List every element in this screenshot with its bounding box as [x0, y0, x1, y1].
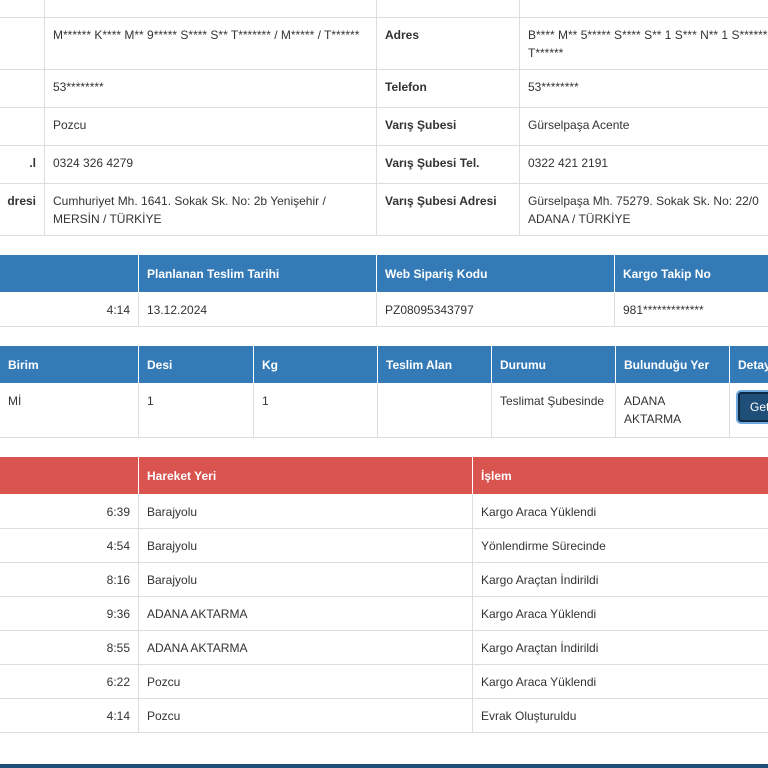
departure-branch-phone: 0324 326 4279 [44, 145, 377, 184]
info-row [0, 0, 768, 18]
recipient [377, 383, 492, 438]
movement-time: 4:54 [0, 528, 139, 563]
info-label [0, 17, 45, 70]
movement-action: Yönlendirme Sürecinde [472, 528, 768, 563]
unit: Mİ [0, 383, 139, 438]
shipment-status-table: Birim Desi Kg Teslim Alan Durumu Bulundu… [0, 345, 768, 438]
info-label [0, 0, 45, 18]
column-header: Kargo Takip No [614, 254, 768, 293]
planned-delivery-date: 13.12.2024 [138, 292, 377, 327]
info-value [44, 0, 377, 18]
column-header: Web Sipariş Kodu [376, 254, 615, 293]
sender-receiver-info-table: M****** K**** M** 9***** S**** S** T****… [0, 0, 768, 236]
column-header [0, 456, 139, 495]
kg-value: 1 [253, 383, 378, 438]
table-row: 6:39 Barajyolu Kargo Araca Yüklendi [0, 494, 768, 529]
info-row: 53******** Telefon 53******** [0, 69, 768, 108]
table-header-row: Birim Desi Kg Teslim Alan Durumu Bulundu… [0, 345, 768, 384]
table-header-row: Planlanan Teslim Tarihi Web Sipariş Kodu… [0, 254, 768, 293]
arrival-branch-phone-label: Varış Şubesi Tel. [376, 145, 520, 184]
movement-time: 4:14 [0, 698, 139, 733]
desi-value: 1 [138, 383, 254, 438]
table-row: 4:14 13.12.2024 PZ08095343797 981*******… [0, 292, 768, 327]
column-header: Durumu [491, 345, 616, 384]
order-info-table: Planlanan Teslim Tarihi Web Sipariş Kodu… [0, 254, 768, 327]
departure-branch-address: Cumhuriyet Mh. 1641. Sokak Sk. No: 2b Ye… [44, 183, 377, 236]
tracking-number: 981************* [614, 292, 768, 327]
receiver-address-label: Adres [376, 17, 520, 70]
column-header: Bulunduğu Yer [615, 345, 730, 384]
movement-time: 6:22 [0, 664, 139, 699]
get-details-button[interactable]: Getir [738, 392, 768, 422]
movement-action: Kargo Araca Yüklendi [472, 596, 768, 631]
movement-place: Pozcu [138, 664, 473, 699]
table-row: 4:54 Barajyolu Yönlendirme Sürecinde [0, 528, 768, 563]
info-label: l. [0, 145, 45, 184]
detail-cell: Getir [729, 383, 768, 438]
movement-time: 8:16 [0, 562, 139, 597]
delivery-status: Teslimat Şubesinde [491, 383, 616, 438]
movement-action: Kargo Araca Yüklendi [472, 664, 768, 699]
info-value [519, 0, 768, 18]
column-header: Detay [729, 345, 768, 384]
footer-bar [0, 764, 768, 768]
movement-time: 8:55 [0, 630, 139, 665]
movement-place: Barajyolu [138, 528, 473, 563]
receiver-address: B**** M** 5***** S**** S** 1 S*** N** 1 … [519, 17, 768, 70]
web-order-code: PZ08095343797 [376, 292, 615, 327]
movement-action: Kargo Araca Yüklendi [472, 494, 768, 529]
arrival-branch: Gürselpaşa Acente [519, 107, 768, 146]
info-row: l. 0324 326 4279 Varış Şubesi Tel. 0322 … [0, 145, 768, 184]
movement-action: Kargo Araçtan İndirildi [472, 630, 768, 665]
table-header-row: Hareket Yeri İşlem [0, 456, 768, 495]
table-row: 8:16 Barajyolu Kargo Araçtan İndirildi [0, 562, 768, 597]
info-label: dresi [0, 183, 45, 236]
receiver-phone-label: Telefon [376, 69, 520, 108]
info-row: dresi Cumhuriyet Mh. 1641. Sokak Sk. No:… [0, 183, 768, 236]
movement-place: Pozcu [138, 698, 473, 733]
info-label [0, 107, 45, 146]
info-label [0, 69, 45, 108]
arrival-branch-address-label: Varış Şubesi Adresi [376, 183, 520, 236]
table-row: 6:22 Pozcu Kargo Araca Yüklendi [0, 664, 768, 699]
column-header: İşlem [472, 456, 768, 495]
movement-place: Barajyolu [138, 494, 473, 529]
sender-address: M****** K**** M** 9***** S**** S** T****… [44, 17, 377, 70]
table-row: 8:55 ADANA AKTARMA Kargo Araçtan İndiril… [0, 630, 768, 665]
movement-place: Barajyolu [138, 562, 473, 597]
receiver-phone: 53******** [519, 69, 768, 108]
table-row: Mİ 1 1 Teslimat Şubesinde ADANA AKTARMA … [0, 383, 768, 438]
movement-time: 6:39 [0, 494, 139, 529]
info-label [376, 0, 520, 18]
table-row: 4:14 Pozcu Evrak Oluşturuldu [0, 698, 768, 733]
sender-phone: 53******** [44, 69, 377, 108]
movement-time: 9:36 [0, 596, 139, 631]
column-header: Desi [138, 345, 254, 384]
movement-history-table: Hareket Yeri İşlem 6:39 Barajyolu Kargo … [0, 456, 768, 733]
column-header: Birim [0, 345, 139, 384]
movement-action: Evrak Oluşturuldu [472, 698, 768, 733]
arrival-branch-address: Gürselpaşa Mh. 75279. Sokak Sk. No: 22/0… [519, 183, 768, 236]
column-header: Planlanan Teslim Tarihi [138, 254, 377, 293]
departure-branch: Pozcu [44, 107, 377, 146]
order-time: 4:14 [0, 292, 139, 327]
column-header: Hareket Yeri [138, 456, 473, 495]
info-row: Pozcu Varış Şubesi Gürselpaşa Acente [0, 107, 768, 146]
table-row: 9:36 ADANA AKTARMA Kargo Araca Yüklendi [0, 596, 768, 631]
column-header: Teslim Alan [377, 345, 492, 384]
info-row: M****** K**** M** 9***** S**** S** T****… [0, 17, 768, 70]
arrival-branch-phone: 0322 421 2191 [519, 145, 768, 184]
movement-place: ADANA AKTARMA [138, 596, 473, 631]
current-location: ADANA AKTARMA [615, 383, 730, 438]
column-header [0, 254, 139, 293]
movement-action: Kargo Araçtan İndirildi [472, 562, 768, 597]
movement-place: ADANA AKTARMA [138, 630, 473, 665]
column-header: Kg [253, 345, 378, 384]
arrival-branch-label: Varış Şubesi [376, 107, 520, 146]
